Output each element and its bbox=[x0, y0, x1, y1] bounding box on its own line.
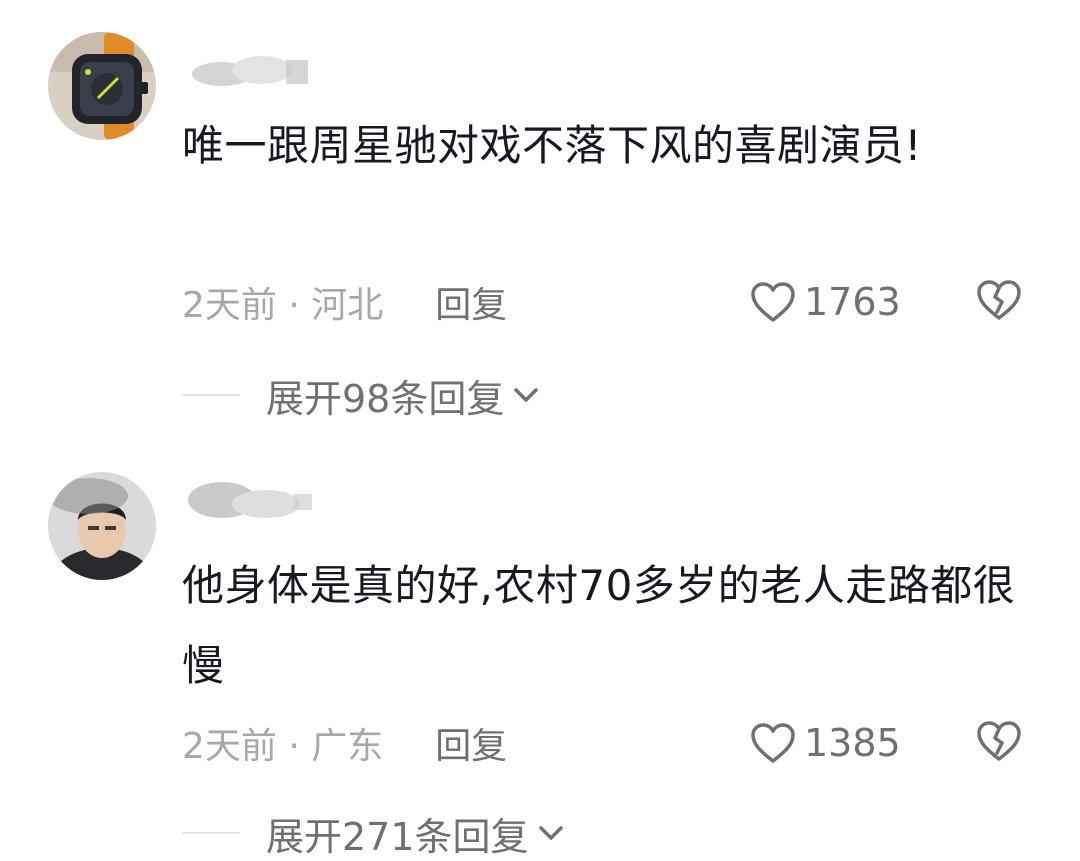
heart-outline-icon bbox=[751, 723, 795, 763]
comment-text: 唯一跟周星驰对戏不落下风的喜剧演员! bbox=[182, 121, 922, 170]
expand-replies-label: 展开271条回复 bbox=[266, 814, 529, 859]
comment-time-location: 2天前 · 广东 bbox=[182, 726, 384, 767]
reply-button[interactable]: 回复 bbox=[435, 276, 507, 328]
divider-line bbox=[182, 394, 240, 396]
chevron-down-icon bbox=[538, 826, 563, 840]
comment-text: 他身体是真的好,农村70多岁的老人走路都很慢 bbox=[182, 561, 1016, 690]
like-count: 1763 bbox=[804, 280, 901, 324]
comment-meta: 2天前 · 广东 回复 1385 bbox=[182, 718, 1030, 768]
expand-replies-button[interactable]: 展开98条回复 bbox=[182, 370, 540, 421]
avatar[interactable] bbox=[48, 32, 156, 140]
person-avatar-image bbox=[48, 472, 156, 580]
avatar[interactable] bbox=[48, 472, 156, 580]
username-redacted[interactable] bbox=[182, 470, 332, 530]
broken-heart-icon bbox=[977, 280, 1021, 320]
watch-avatar-image bbox=[48, 32, 156, 140]
like-button[interactable]: 1385 bbox=[750, 718, 901, 768]
heart-outline-icon bbox=[751, 282, 795, 322]
dislike-button[interactable] bbox=[976, 279, 1022, 321]
broken-heart-icon bbox=[977, 721, 1021, 761]
comment-meta: 2天前 · 河北 回复 1763 bbox=[182, 277, 1030, 327]
reply-button[interactable]: 回复 bbox=[435, 717, 507, 769]
divider-line bbox=[182, 832, 240, 834]
chevron-down-icon bbox=[514, 388, 539, 402]
like-count: 1385 bbox=[804, 721, 901, 765]
like-button[interactable]: 1763 bbox=[750, 277, 901, 327]
dislike-button[interactable] bbox=[976, 720, 1022, 762]
expand-replies-label: 展开98条回复 bbox=[266, 376, 505, 421]
username-redacted[interactable] bbox=[182, 40, 332, 100]
expand-replies-button[interactable]: 展开271条回复 bbox=[182, 808, 565, 859]
comment-time-location: 2天前 · 河北 bbox=[182, 285, 384, 326]
